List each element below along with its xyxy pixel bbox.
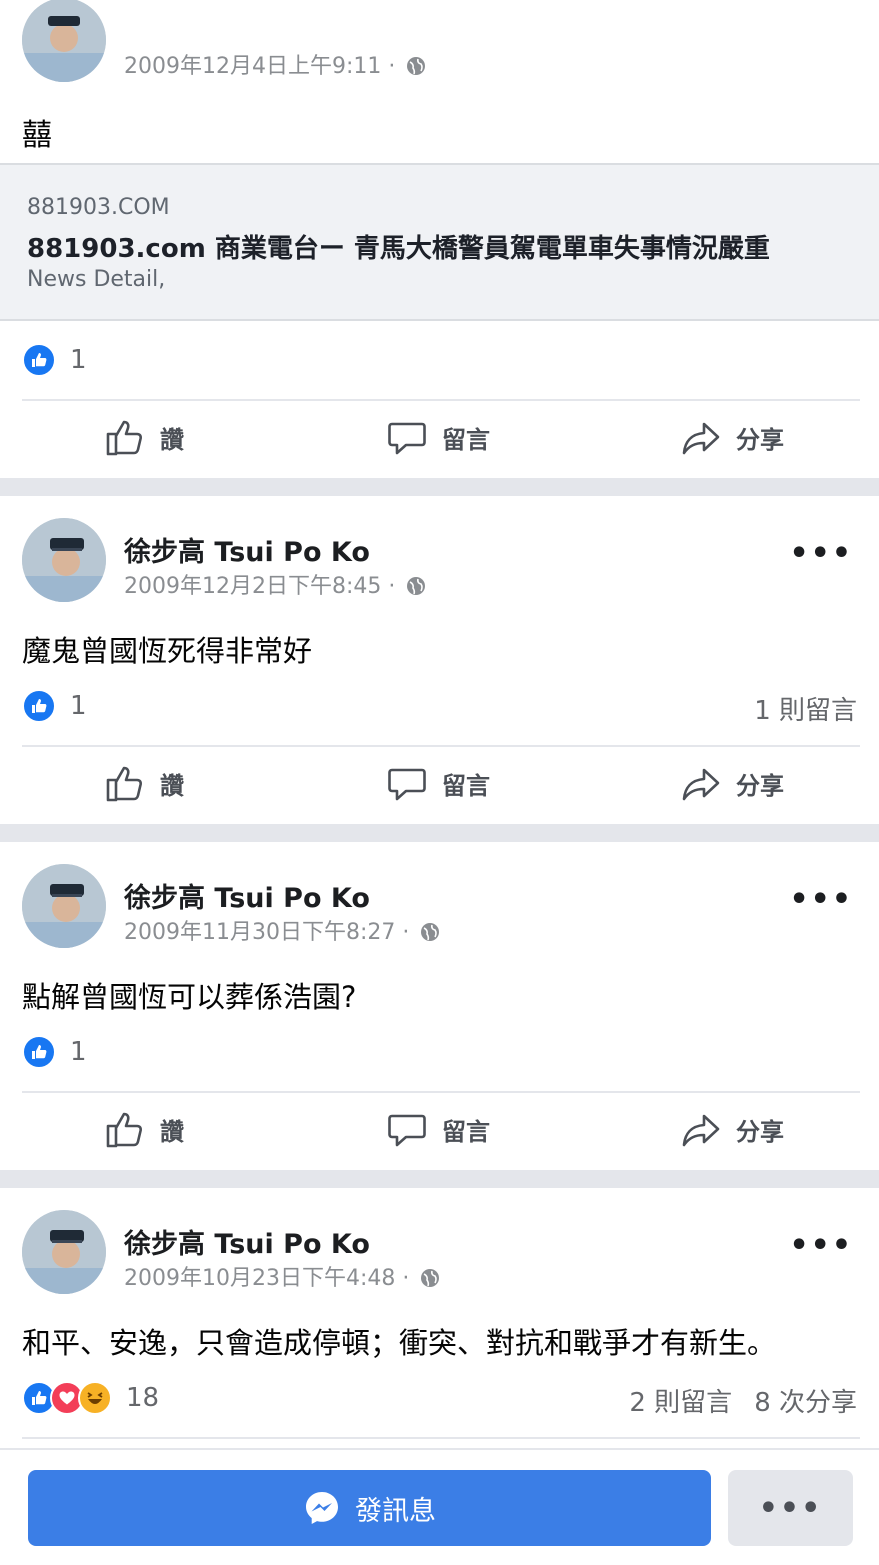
globe-icon xyxy=(407,577,426,595)
reaction-count: 18 xyxy=(126,1383,160,1413)
avatar[interactable] xyxy=(22,1210,106,1294)
reactions-summary[interactable]: 1 xyxy=(22,343,87,377)
avatar[interactable] xyxy=(22,518,106,602)
reactions-summary[interactable]: 1 xyxy=(22,1035,87,1069)
like-reaction-icon xyxy=(22,1035,56,1069)
reaction-count: 1 xyxy=(70,1037,87,1067)
thumbs-up-icon xyxy=(106,420,142,456)
action-bar: 讚 留言 分享 xyxy=(0,748,879,818)
reactions-summary[interactable]: 18 xyxy=(22,1381,159,1415)
divider xyxy=(22,1091,860,1093)
post-author[interactable]: 徐步高 Tsui Po Ko xyxy=(124,530,370,569)
like-reaction-icon xyxy=(22,689,56,723)
send-message-button[interactable]: 發訊息 xyxy=(28,1470,711,1546)
post-text: 魔鬼曾國恆死得非常好 xyxy=(22,634,313,668)
thumbs-up-icon xyxy=(106,766,142,802)
like-button[interactable]: 讚 xyxy=(104,402,184,472)
globe-icon xyxy=(421,923,440,941)
like-button[interactable]: 讚 xyxy=(104,1094,184,1164)
post-timestamp[interactable]: 2009年10月23日下午4:48 · xyxy=(124,1260,440,1292)
comment-button[interactable]: 留言 xyxy=(386,748,490,818)
comment-count[interactable]: 1 則留言 xyxy=(754,696,857,726)
feed-separator xyxy=(0,478,879,496)
reaction-count: 1 xyxy=(70,691,87,721)
action-bar: 讚 留言 分享 xyxy=(0,1094,879,1164)
post-timestamp[interactable]: 2009年11月30日下午8:27 · xyxy=(124,914,440,946)
post-stats[interactable]: 1 則留言 xyxy=(754,690,857,727)
haha-reaction-icon xyxy=(78,1381,112,1415)
post-text: 和平、安逸，只會造成停頓；衝突、對抗和戰爭才有新生。 xyxy=(22,1326,777,1360)
post-stats[interactable]: 2 則留言 8 次分享 xyxy=(629,1382,857,1419)
share-icon xyxy=(682,768,720,801)
reactions-summary[interactable]: 1 xyxy=(22,689,87,723)
feed-separator xyxy=(0,1170,879,1188)
post-text: 點解曾國恆可以葬係浩園? xyxy=(22,980,357,1014)
share-button[interactable]: 分享 xyxy=(680,748,784,818)
comment-icon xyxy=(388,768,426,801)
more-icon[interactable]: ••• xyxy=(728,1470,853,1546)
messenger-icon xyxy=(306,1492,338,1524)
reaction-count: 1 xyxy=(70,345,87,375)
comment-count[interactable]: 2 則留言 xyxy=(629,1388,732,1418)
comment-button[interactable]: 留言 xyxy=(386,402,490,472)
globe-icon xyxy=(407,57,426,75)
post-author[interactable]: 徐步高 Tsui Po Ko xyxy=(124,1222,370,1261)
action-bar: 讚 留言 分享 xyxy=(0,402,879,472)
share-button[interactable]: 分享 xyxy=(680,402,784,472)
share-count[interactable]: 8 次分享 xyxy=(754,1388,857,1418)
divider xyxy=(22,1437,860,1439)
avatar[interactable] xyxy=(22,864,106,948)
like-button[interactable]: 讚 xyxy=(104,748,184,818)
share-icon xyxy=(682,1114,720,1147)
divider xyxy=(22,399,860,401)
more-options-button[interactable]: ••• xyxy=(789,882,853,917)
more-options-button[interactable]: ••• xyxy=(789,1228,853,1263)
comment-icon xyxy=(388,1114,426,1147)
divider xyxy=(22,745,860,747)
share-icon xyxy=(682,422,720,455)
bottom-action-bar: 發訊息 ••• xyxy=(0,1448,879,1565)
post-author[interactable]: 徐步高 Tsui Po Ko xyxy=(124,876,370,915)
link-domain: 881903.COM xyxy=(27,195,170,220)
avatar[interactable] xyxy=(22,0,106,82)
post-timestamp[interactable]: 2009年12月4日上午9:11 · xyxy=(124,48,426,80)
feed-separator xyxy=(0,824,879,842)
link-preview[interactable]: 881903.COM 881903.com 商業電台ー 青馬大橋警員駕電單車失事… xyxy=(0,163,879,321)
comment-button[interactable]: 留言 xyxy=(386,1094,490,1164)
more-options-button[interactable]: ••• xyxy=(789,536,853,571)
like-reaction-icon xyxy=(22,343,56,377)
link-title: 881903.com 商業電台ー 青馬大橋警員駕電單車失事情況嚴重 xyxy=(27,234,770,264)
comment-icon xyxy=(388,422,426,455)
post-timestamp[interactable]: 2009年12月2日下午8:45 · xyxy=(124,568,426,600)
share-button[interactable]: 分享 xyxy=(680,1094,784,1164)
thumbs-up-icon xyxy=(106,1112,142,1148)
post-text: 囍 xyxy=(22,118,52,153)
link-description: News Detail, xyxy=(27,267,166,292)
globe-icon xyxy=(421,1269,440,1287)
